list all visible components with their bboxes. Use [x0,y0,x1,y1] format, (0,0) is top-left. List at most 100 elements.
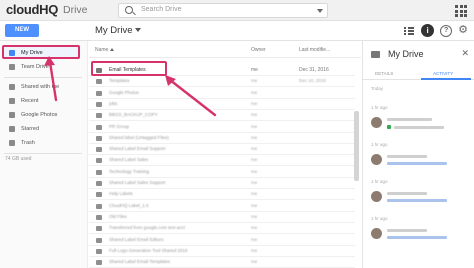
sort-arrow-icon [110,48,115,52]
folder-icon [96,214,102,220]
activity-date-label: 1 hr ago [371,142,388,147]
file-owner: me [251,202,258,208]
table-row[interactable]: Old Files me [89,212,355,223]
file-name: Google Photos [109,89,139,95]
chevron-down-icon[interactable] [135,28,142,33]
avatar [371,154,382,165]
search-box[interactable]: Search Drive [118,3,328,18]
table-row[interactable]: BBGS_BACKUP_COPY me [89,110,355,122]
file-owner: me [251,100,258,106]
folder-icon [96,226,102,232]
sidebar-item-team-drive[interactable]: Team Drive [4,61,80,73]
sidebar-item-recent[interactable]: Recent [4,95,80,107]
gear-icon[interactable]: ⚙ [458,24,468,37]
app-logo[interactable]: cloudHQ [6,2,58,17]
sidebar-item-label: Trash [21,140,35,146]
table-row[interactable]: Transferred from google.com test acct me [89,223,355,235]
list-view-button[interactable] [402,24,415,37]
file-name: PR Group [109,123,130,129]
star-icon [9,126,15,132]
table-row[interactable]: jobs me [89,99,355,110]
tab-details[interactable]: DETAILS [375,71,393,76]
folder-icon [96,90,102,96]
table-row[interactable]: CloudHQ Label_1.0 me [89,201,355,212]
help-icon[interactable]: ? [440,24,453,37]
column-name[interactable]: Name [95,47,115,53]
file-name: Transferred from google.com test acct [109,225,185,231]
apps-grid-icon[interactable] [453,3,468,18]
file-modified: Dec 31, 2016 [299,67,329,73]
file-name: jobs [109,100,118,106]
activity-date-label: 1 hr ago [371,216,388,221]
sidebar-item-google-photos[interactable]: Google Photos [4,109,80,121]
sidebar-item-shared-with-me[interactable]: Shared with me [4,81,80,93]
folder-icon [96,169,102,175]
activity-item [371,226,471,246]
activity-item [371,152,471,172]
breadcrumb[interactable]: My Drive [95,25,142,36]
table-row[interactable]: Technology Training me [89,167,355,178]
table-row[interactable]: Shared Label Sales Support me [89,178,355,189]
sidebar-item-label: Team Drive [21,64,49,70]
file-name: Shared Label Sales [109,157,149,163]
search-input[interactable]: Search Drive [141,6,181,13]
table-row[interactable]: PR Group me [89,122,355,133]
new-button[interactable]: NEW [5,24,39,37]
search-options-icon[interactable] [317,9,323,13]
folder-icon [96,260,102,266]
activity-item [371,189,471,209]
file-name: Help Labels [109,191,133,197]
sidebar-item-trash[interactable]: Trash [4,137,80,149]
avatar [371,117,382,128]
file-name: Full Logo Generation Tool Shared 2016 [109,247,188,253]
activity-date-label: 1 hr ago [371,179,388,184]
folder-icon [96,147,102,153]
activity-date-label: 1 hr ago [371,105,388,110]
table-row[interactable]: Shared Label Email Editors me [89,235,355,246]
table-row[interactable]: Templates me Dec 10, 2016 [89,76,355,88]
table-row[interactable]: Help Labels me [89,189,355,201]
table-row[interactable]: Shared label (Untagged Files) me [89,133,355,144]
annotation-highlight-email-templates [91,61,167,76]
file-owner: me [251,236,258,242]
file-owner: me [251,168,258,174]
folder-icon [96,181,102,186]
file-name: Shared label (Untagged Files) [109,134,169,140]
file-owner: me [251,225,258,231]
top-bar: cloudHQ Drive Search Drive [0,0,474,21]
details-title: My Drive [388,49,424,59]
file-owner: me [251,191,258,197]
column-last-modified[interactable]: Last modifie... [299,47,330,53]
sidebar-item-starred[interactable]: Starred [4,123,80,135]
file-owner: me [251,89,258,95]
avatar [371,228,382,239]
table-row[interactable]: Google Photos me [89,88,355,99]
sidebar: My Drive Team Drive Shared with me Recen… [0,41,88,268]
file-list: Name Owner Last modifie... Email Templat… [89,41,361,268]
folder-icon [96,237,102,243]
file-owner: me [251,78,258,84]
activity-item [371,115,471,135]
avatar [371,191,382,202]
sidebar-item-label: Shared with me [21,84,60,90]
close-icon[interactable]: ✕ [461,48,469,59]
file-name: Templates [109,78,130,84]
tab-activity[interactable]: ACTIVITY [433,71,453,76]
file-owner: me [251,247,258,253]
file-owner: me [251,123,258,129]
trash-icon [9,140,15,146]
folder-icon [96,203,102,209]
column-owner[interactable]: Owner [251,47,266,53]
table-row[interactable]: Shared Label Sales me [89,155,355,167]
table-row[interactable]: Shared Label Email Templates me [89,257,355,268]
table-row[interactable]: Full Logo Generation Tool Shared 2016 me [89,246,355,257]
list-view-icon [403,26,414,35]
details-pane: My Drive ✕ DETAILS ACTIVITY Today 1 hr a… [362,41,474,268]
folder-icon [371,51,380,58]
file-list-scrollbar[interactable] [354,111,359,181]
activity-date-label: Today [371,86,384,91]
info-icon[interactable]: i [421,24,435,37]
table-row[interactable]: Shared Label Email Support me [89,144,355,156]
search-icon[interactable] [125,6,133,14]
folder-icon [96,101,102,107]
